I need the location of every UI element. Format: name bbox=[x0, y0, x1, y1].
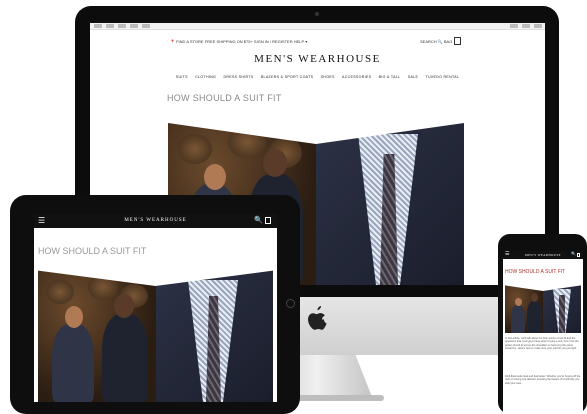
phone-body-text-2: Well-fitted suits look and feel better. … bbox=[505, 375, 581, 385]
tablet-header: ☰ MEN'S WEARHOUSE 🔍 bbox=[34, 214, 277, 228]
nav-item-sale[interactable]: SALE bbox=[408, 75, 418, 79]
tablet-page-title: HOW SHOULD A SUIT FIT bbox=[38, 246, 147, 256]
nav-item-dress-shirts[interactable]: DRESS SHIRTS bbox=[223, 75, 253, 79]
phone-page-title: HOW SHOULD A SUIT FIT bbox=[505, 269, 566, 275]
phone-header: ☰ MEN'S WEARHOUSE 🔍 bbox=[503, 251, 583, 259]
home-button-icon[interactable] bbox=[286, 299, 295, 308]
tablet-logo[interactable]: MEN'S WEARHOUSE bbox=[34, 218, 277, 223]
main-nav: SUITS CLOTHING DRESS SHIRTS BLAZERS & SP… bbox=[90, 75, 545, 79]
mac-menu-bar bbox=[90, 23, 545, 30]
camera-icon bbox=[315, 12, 319, 16]
nav-item-shoes[interactable]: SHOES bbox=[321, 75, 335, 79]
nav-item-suits[interactable]: SUITS bbox=[176, 75, 188, 79]
apple-logo-icon bbox=[308, 306, 327, 330]
site-logo[interactable]: MEN'S WEARHOUSE bbox=[90, 53, 545, 65]
page-title: HOW SHOULD A SUIT FIT bbox=[167, 93, 282, 103]
phone-screen: ☰ MEN'S WEARHOUSE 🔍 HOW SHOULD A SUIT FI… bbox=[503, 251, 583, 414]
nav-item-clothing[interactable]: CLOTHING bbox=[195, 75, 216, 79]
search-icon[interactable]: 🔍 bbox=[571, 251, 576, 256]
phone-hero-image bbox=[505, 283, 581, 333]
nav-item-blazers[interactable]: BLAZERS & SPORT COATS bbox=[261, 75, 313, 79]
search-icon[interactable]: 🔍 bbox=[254, 216, 263, 224]
utility-links[interactable]: 📍 FIND A STORE FREE SHIPPING ON $75+ SIG… bbox=[170, 39, 307, 44]
bag-icon[interactable] bbox=[454, 37, 461, 45]
search-link[interactable]: SEARCH 🔍 BAG bbox=[420, 39, 452, 44]
nav-item-tuxedo-rental[interactable]: TUXEDO RENTAL bbox=[425, 75, 459, 79]
nav-item-accessories[interactable]: ACCESSORIES bbox=[342, 75, 371, 79]
bag-icon[interactable] bbox=[265, 217, 271, 224]
tablet-screen: ☰ MEN'S WEARHOUSE 🔍 HOW SHOULD A SUIT FI… bbox=[34, 214, 277, 402]
bag-icon[interactable] bbox=[577, 253, 580, 257]
nav-item-big-tall[interactable]: BIG & TALL bbox=[379, 75, 401, 79]
tablet-hero-image bbox=[38, 264, 273, 402]
utility-bar: 📍 FIND A STORE FREE SHIPPING ON $75+ SIG… bbox=[90, 37, 545, 47]
phone-body-text: In this article, we'll talk about the fi… bbox=[505, 337, 579, 351]
